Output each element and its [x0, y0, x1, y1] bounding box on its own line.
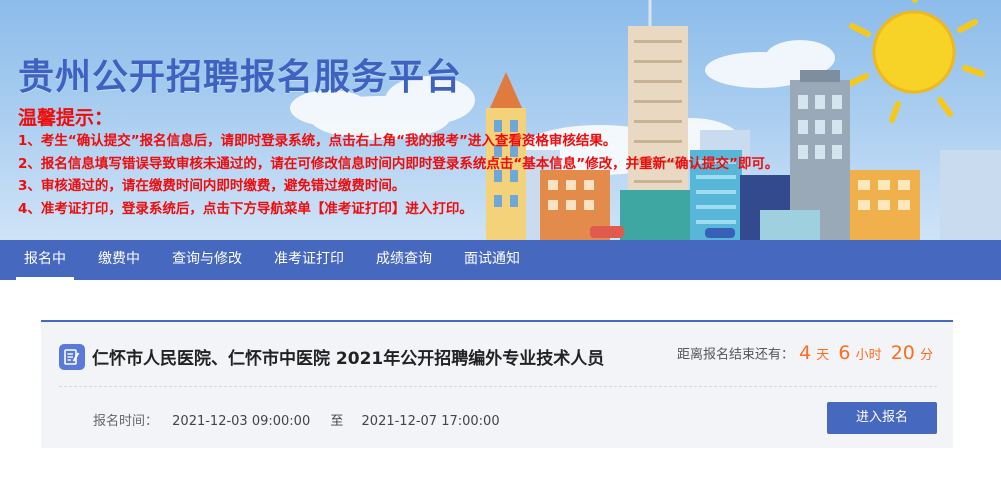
- registration-end: 2021-12-07 17:00:00: [361, 414, 500, 429]
- notice-line-2: 2、报名信息填写错误导致审核未通过的，请在可修改信息时间内即时登录系统点击“基本…: [18, 155, 779, 172]
- nav-item-payment[interactable]: 缴费中: [90, 240, 148, 280]
- nav-item-registering[interactable]: 报名中: [16, 240, 74, 280]
- registration-separator: 至: [330, 414, 344, 429]
- nav-item-admission-ticket[interactable]: 准考证打印: [266, 240, 352, 280]
- site-title: 贵州公开招聘报名服务平台: [18, 57, 463, 98]
- card-divider: [59, 386, 937, 387]
- nav-item-interview-notice[interactable]: 面试通知: [456, 240, 528, 280]
- notice-title: 温馨提示：: [18, 107, 114, 129]
- countdown: 距离报名结束还有： 4 天 6 小时 20 分: [677, 342, 937, 364]
- notice-line-1: 1、考生“确认提交”报名信息后，请即时登录系统，点击右上角“我的报考”进入查看资…: [18, 133, 617, 149]
- countdown-days: 4: [799, 342, 812, 364]
- countdown-minutes: 20: [890, 342, 915, 364]
- notice-block: 温馨提示： 1、考生“确认提交”报名信息后，请即时登录系统，点击右上角“我的报考…: [18, 106, 778, 220]
- countdown-label: 距离报名结束还有：: [677, 347, 795, 363]
- header-banner: 贵州公开招聘报名服务平台 温馨提示： 1、考生“确认提交”报名信息后，请即时登录…: [0, 0, 1001, 240]
- registration-time: 报名时间： 2021-12-03 09:00:00 至 2021-12-07 1…: [93, 410, 510, 429]
- main-nav: 报名中 缴费中 查询与修改 准考证打印 成绩查询 面试通知: [0, 240, 1001, 280]
- edit-document-icon: [59, 344, 85, 370]
- countdown-hours-unit: 小时: [855, 347, 882, 363]
- nav-item-query-modify[interactable]: 查询与修改: [164, 240, 250, 280]
- notice-line-3: 3、审核通过的，请在缴费时间内即时缴费，避免错过缴费时间。: [18, 178, 406, 194]
- sun-icon: [847, 0, 985, 123]
- nav-item-score-query[interactable]: 成绩查询: [368, 240, 440, 280]
- countdown-hours: 6: [838, 342, 851, 364]
- recruitment-card: 仁怀市人民医院、仁怀市中医院 2021年公开招聘编外专业技术人员 距离报名结束还…: [41, 320, 953, 448]
- countdown-days-unit: 天: [816, 347, 830, 363]
- registration-start: 2021-12-03 09:00:00: [172, 414, 311, 429]
- recruitment-title[interactable]: 仁怀市人民医院、仁怀市中医院 2021年公开招聘编外专业技术人员: [92, 344, 604, 369]
- countdown-minutes-unit: 分: [919, 347, 933, 363]
- enter-registration-button[interactable]: 进入报名: [827, 402, 937, 434]
- registration-time-label: 报名时间：: [93, 414, 159, 429]
- notice-line-4: 4、准考证打印，登录系统后，点击下方导航菜单【准考证打印】进入打印。: [18, 200, 473, 217]
